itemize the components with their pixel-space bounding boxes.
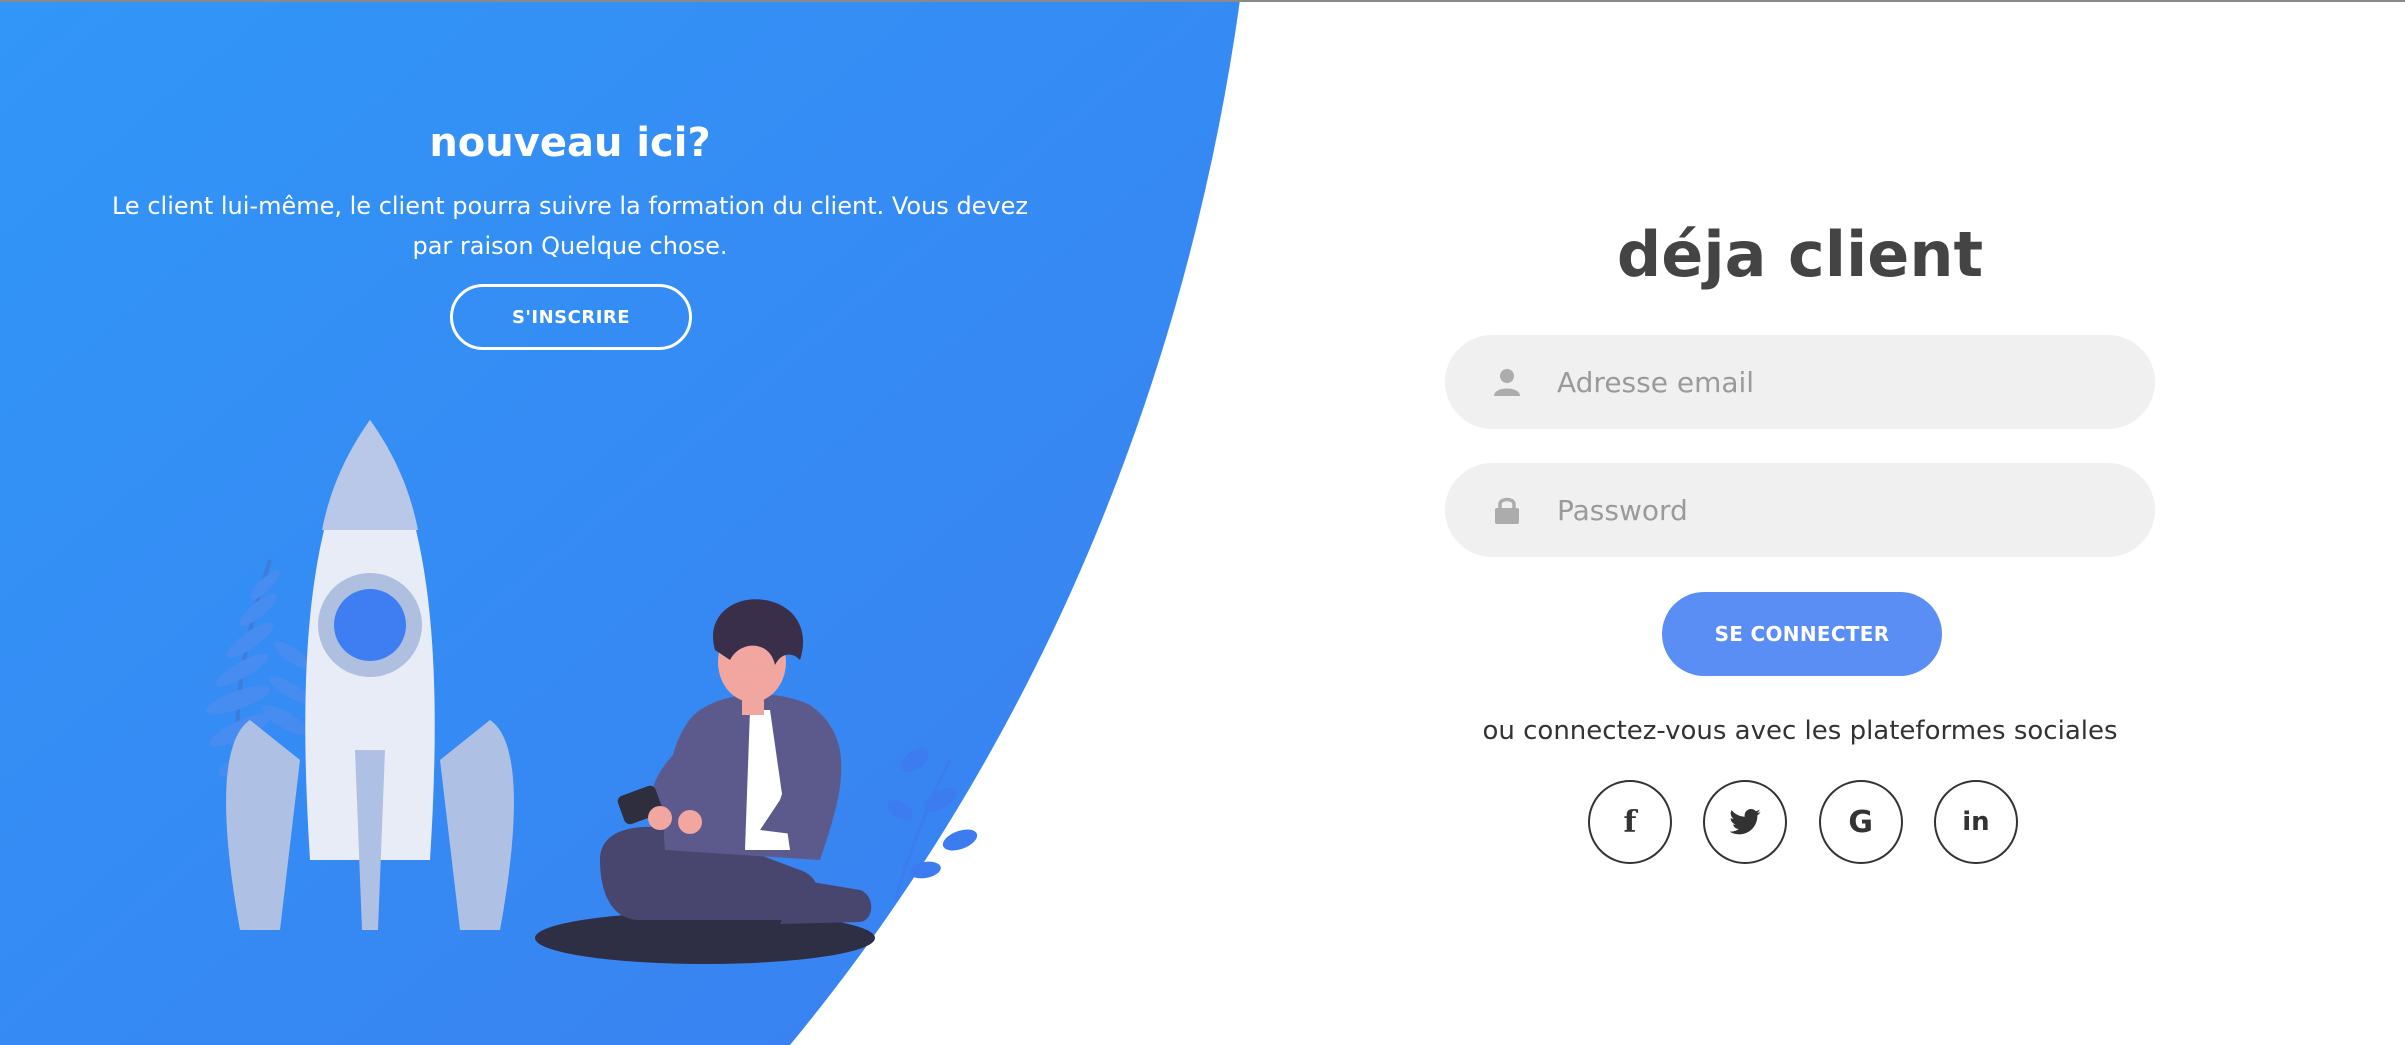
top-border xyxy=(0,0,2405,2)
person-illustration xyxy=(600,599,872,924)
linkedin-button[interactable]: in xyxy=(1933,780,2018,864)
social-login-buttons: f G in xyxy=(1588,780,2018,864)
linkedin-icon: in xyxy=(1962,807,1990,837)
password-field-container xyxy=(1445,463,2155,557)
social-login-text: ou connectez-vous avec les plateformes s… xyxy=(1482,716,2118,746)
login-title: déja client xyxy=(1616,218,1984,291)
rocket-illustration xyxy=(226,420,514,930)
twitter-icon xyxy=(1729,809,1761,835)
login-page: nouveau ici? Le client lui-même, le clie… xyxy=(0,0,2405,1045)
rocket-person-illustration xyxy=(205,420,978,964)
email-field-container xyxy=(1445,335,2155,429)
password-input[interactable] xyxy=(1555,492,2119,528)
lock-icon xyxy=(1487,490,1527,530)
user-icon xyxy=(1487,362,1527,402)
twitter-button[interactable] xyxy=(1703,780,1788,864)
facebook-button[interactable]: f xyxy=(1588,780,1672,864)
google-button[interactable]: G xyxy=(1818,780,1903,864)
login-panel: déja client SE CONNECTER ou connectez-vo… xyxy=(1300,0,2300,1045)
email-input[interactable] xyxy=(1555,364,2119,400)
login-button[interactable]: SE CONNECTER xyxy=(1662,592,1942,676)
plant-right-illustration xyxy=(887,747,978,901)
google-icon: G xyxy=(1848,804,1873,840)
facebook-icon: f xyxy=(1623,804,1637,840)
